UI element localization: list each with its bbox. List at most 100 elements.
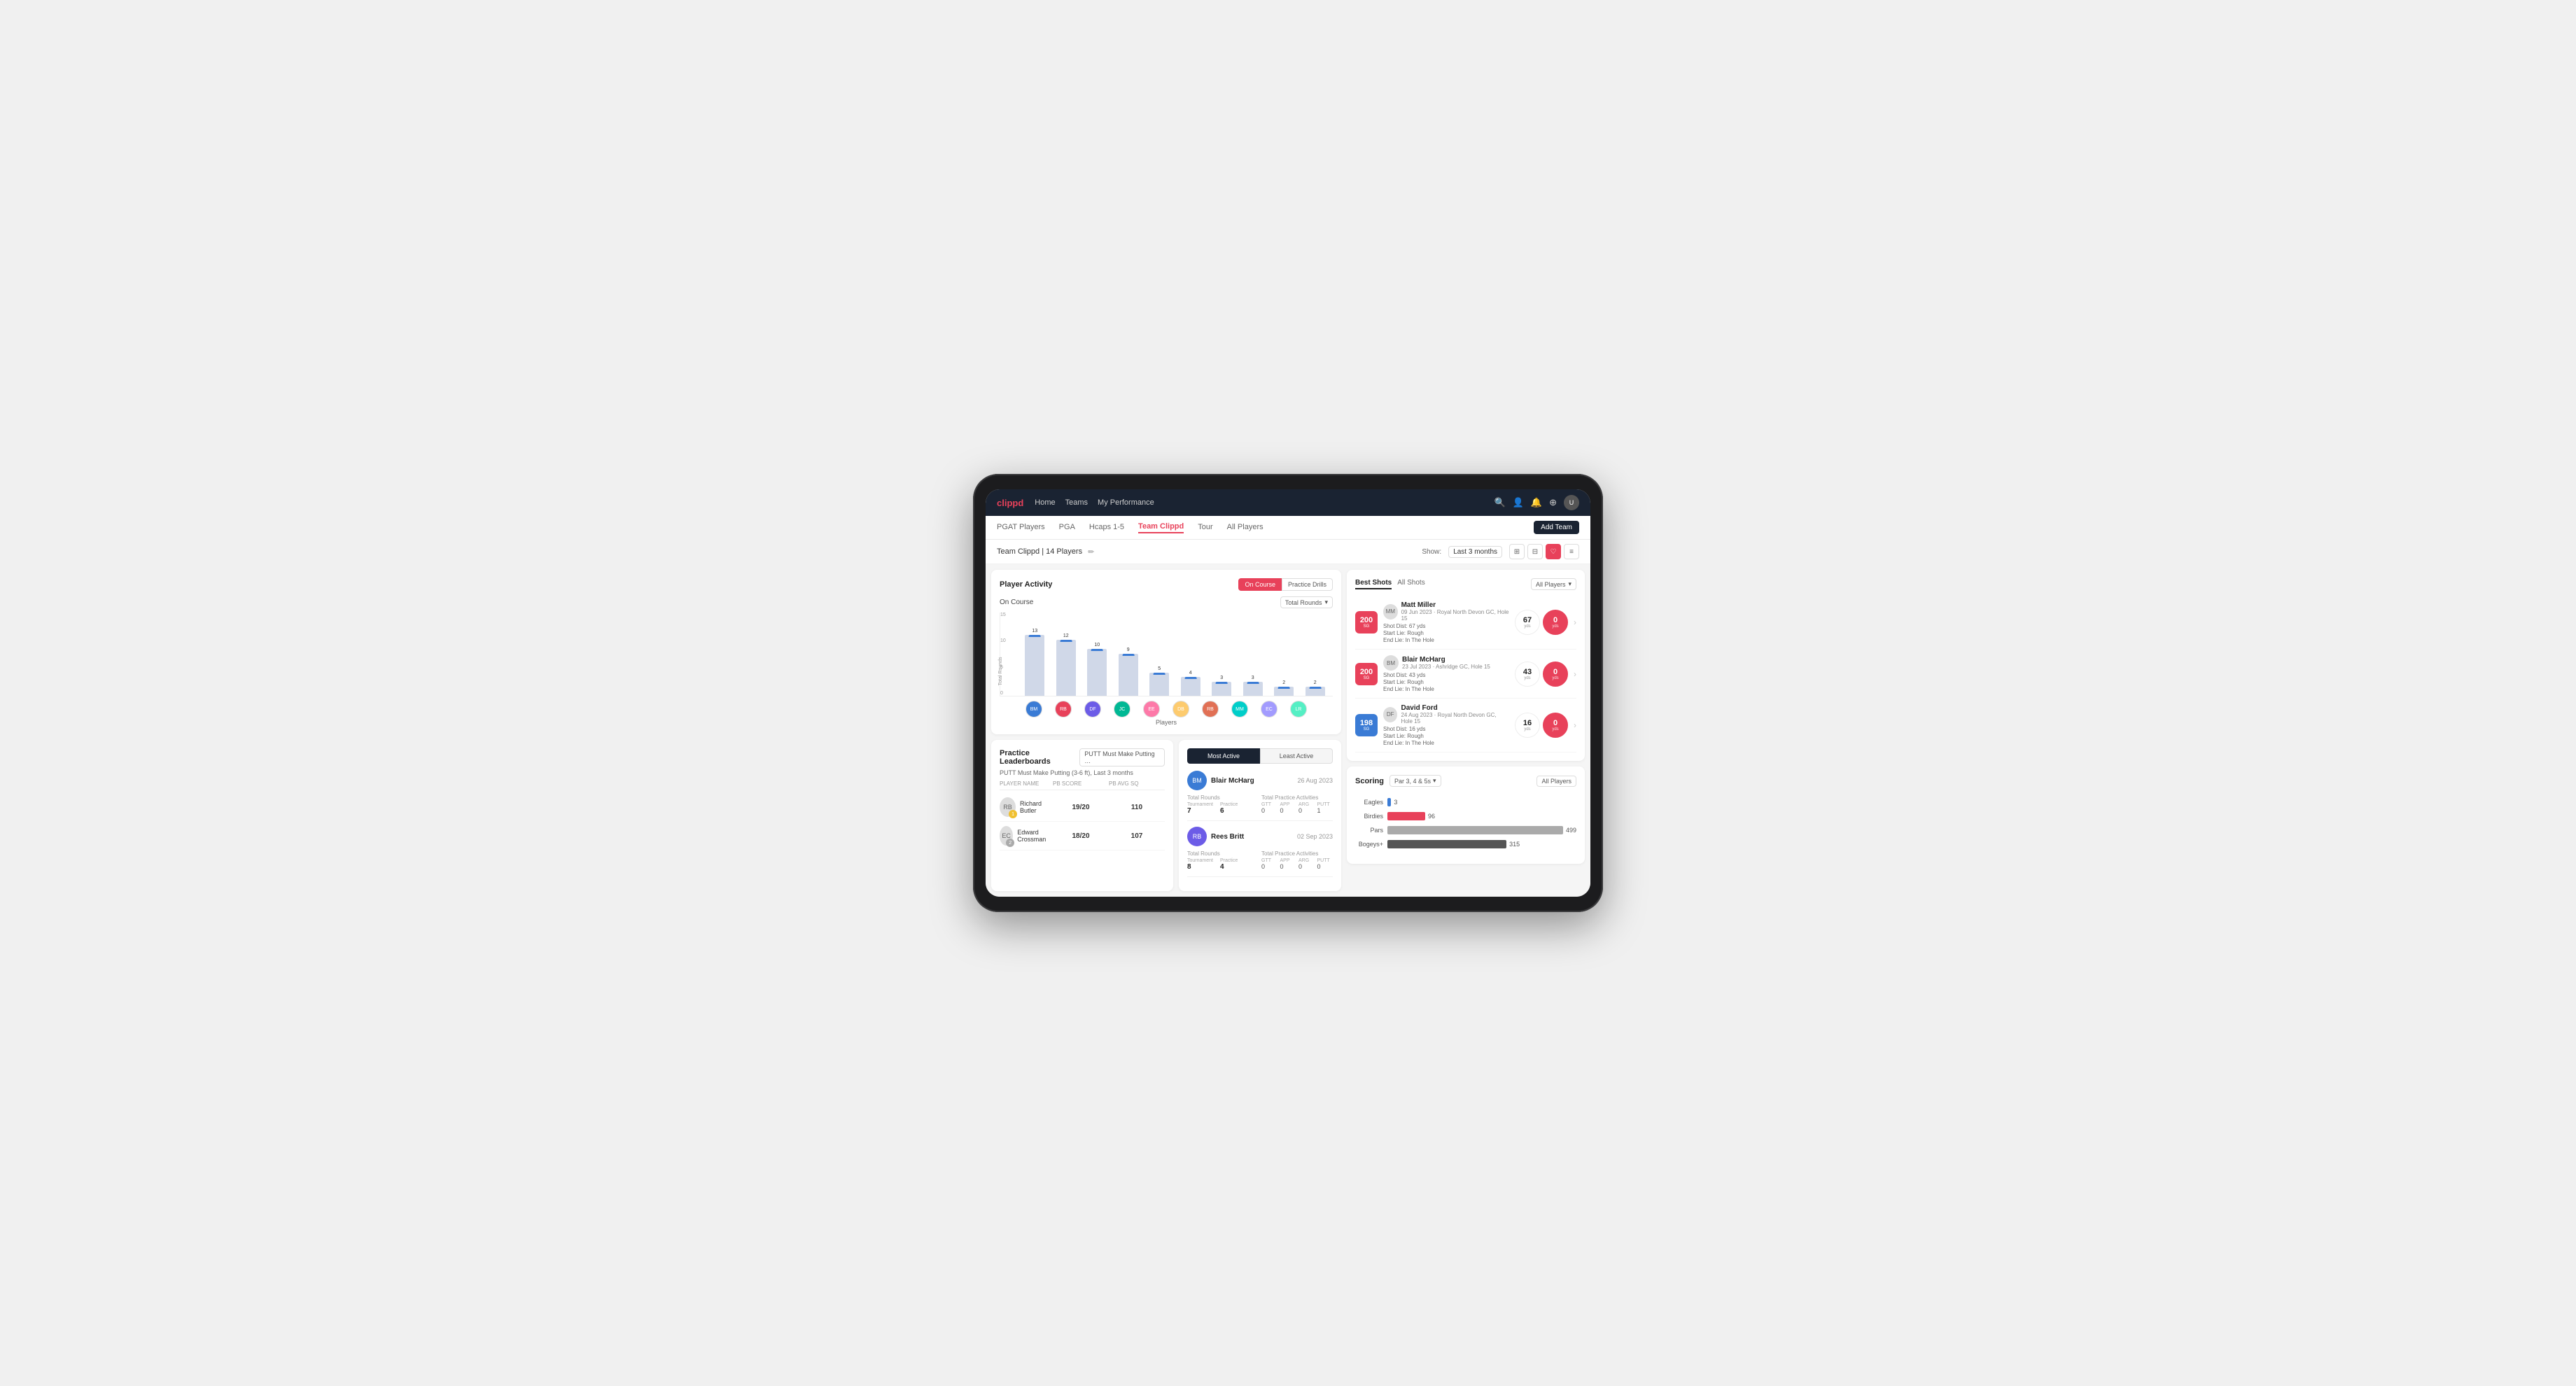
badge-label-ford: SG (1364, 727, 1370, 732)
pb-avg-sq-crossman: 107 (1109, 832, 1165, 840)
team-header: Team Clippd | 14 Players ✏ Show: Last 3 … (986, 540, 1590, 564)
score-bar-birdies-wrap: 96 (1387, 811, 1576, 822)
leaderboard-header: Practice Leaderboards PUTT Must Make Put… (1000, 748, 1165, 766)
bar-element (1274, 687, 1294, 696)
score-val-eagles: 3 (1394, 799, 1397, 806)
leaderboard-filter[interactable]: PUTT Must Make Putting … (1079, 748, 1165, 766)
edit-team-icon[interactable]: ✏ (1088, 547, 1094, 556)
tab-least-active[interactable]: Least Active (1260, 748, 1333, 764)
tab-pgat-players[interactable]: PGAT Players (997, 523, 1045, 533)
bar-value-label: 3 (1252, 676, 1254, 680)
putt-label: PUTT (1317, 802, 1334, 807)
total-rounds-col-rees: Total Rounds Tournament 8 Practice (1187, 850, 1259, 871)
nav-home[interactable]: Home (1035, 498, 1055, 507)
score-row-bogeys: Bogeys+ 315 (1355, 839, 1576, 850)
shot-card-mcharg[interactable]: 200 SG BM Blair McHarg 23 Jul 2023 · (1355, 650, 1576, 699)
plus-circle-icon[interactable]: ⊕ (1549, 497, 1557, 508)
nav-icons: 🔍 👤 🔔 ⊕ U (1494, 495, 1579, 510)
player-avatar-small: BM (1026, 701, 1042, 718)
nav-my-performance[interactable]: My Performance (1098, 498, 1154, 507)
active-player-info-1: BM Blair McHarg (1187, 771, 1254, 790)
avatar[interactable]: U (1564, 495, 1579, 510)
chevron-down-icon-shots: ▾ (1568, 580, 1572, 588)
pb-avg-sq-butler: 110 (1109, 804, 1165, 811)
tab-best-shots[interactable]: Best Shots (1355, 579, 1392, 589)
add-team-button[interactable]: Add Team (1534, 521, 1579, 534)
leaderboard-subtitle: PUTT Must Make Putting (3-6 ft), Last 3 … (1000, 769, 1165, 776)
scoring-card: Scoring Par 3, 4 & 5s ▾ All Players Eagl… (1347, 766, 1585, 864)
grid-view-icon[interactable]: ⊞ (1509, 544, 1525, 559)
active-date-blair: 26 Aug 2023 (1297, 777, 1333, 784)
active-tabs: Most Active Least Active (1187, 748, 1333, 764)
shot-player-info-miller: MM Matt Miller 09 Jun 2023 · Royal North… (1383, 601, 1509, 643)
search-icon[interactable]: 🔍 (1494, 497, 1506, 508)
bar-value-label: 2 (1282, 680, 1285, 685)
arg-val-blair: 0 (1298, 807, 1315, 814)
sub-nav: PGAT Players PGA Hcaps 1-5 Team Clippd T… (986, 516, 1590, 540)
bar-value-label: 12 (1063, 634, 1069, 638)
bar-group: 10 (1082, 643, 1112, 696)
player-avatar-small: DF (1084, 701, 1101, 718)
practice-activities-label-rees: Total Practice Activities (1261, 850, 1333, 857)
view-icons: ⊞ ⊟ ♡ ≡ (1509, 544, 1579, 559)
bar-element (1149, 673, 1169, 696)
bar-value-label: 10 (1094, 643, 1100, 648)
scoring-par-filter[interactable]: Par 3, 4 & 5s ▾ (1390, 775, 1441, 787)
nav-bar: clippd Home Teams My Performance 🔍 👤 🔔 ⊕… (986, 489, 1590, 516)
tab-most-active[interactable]: Most Active (1187, 748, 1260, 764)
arg-label-rees: ARG (1298, 858, 1315, 863)
show-select[interactable]: Last 3 months (1448, 546, 1502, 558)
leaderboard-title: Practice Leaderboards (1000, 749, 1079, 766)
list-view-icon[interactable]: ⊟ (1527, 544, 1543, 559)
leaderboards-card: Practice Leaderboards PUTT Must Make Put… (991, 740, 1173, 891)
player-avatar-small: RB (1055, 701, 1072, 718)
player-info-1: RB 1 Richard Butler (1000, 797, 1053, 817)
tab-pga[interactable]: PGA (1059, 523, 1075, 533)
rounds-grid-blair: Total Rounds Tournament 7 Practice (1187, 794, 1333, 815)
tab-all-players[interactable]: All Players (1227, 523, 1264, 533)
shot-card-miller[interactable]: 200 SG MM Matt Miller 09 Jun 2023 · R (1355, 596, 1576, 650)
practice-activities-label-blair: Total Practice Activities (1261, 794, 1333, 801)
bar-value-label: 13 (1032, 629, 1037, 634)
bar-element (1243, 682, 1263, 696)
shot-metrics-ford: 16 yds 0 yds (1515, 713, 1568, 738)
badge-val-miller: 200 (1360, 616, 1373, 624)
leaderboard-row-2: EC 2 Edward Crossman 18/20 107 (1000, 822, 1165, 850)
scoring-players-filter[interactable]: All Players (1536, 776, 1576, 787)
notifications-icon[interactable]: 🔔 (1531, 497, 1542, 508)
chevron-right-icon-ford: › (1574, 720, 1576, 730)
score-label-birdies: Birdies (1355, 813, 1383, 820)
nav-teams[interactable]: Teams (1065, 498, 1088, 507)
users-icon[interactable]: 👤 (1513, 497, 1524, 508)
all-players-filter[interactable]: All Players ▾ (1531, 578, 1576, 590)
putt-val-rees: 0 (1317, 863, 1334, 870)
tab-team-clippd[interactable]: Team Clippd (1138, 522, 1184, 533)
bar-group: 4 (1176, 671, 1206, 696)
tab-all-shots[interactable]: All Shots (1397, 579, 1424, 589)
bar-element (1119, 654, 1138, 696)
bar-highlight (1278, 687, 1290, 689)
chart-filter-dropdown[interactable]: Total Rounds ▾ (1280, 596, 1333, 608)
chevron-right-icon-mcharg: › (1574, 669, 1576, 679)
practice-drills-toggle[interactable]: Practice Drills (1282, 578, 1333, 591)
x-axis-label: Players (1000, 719, 1333, 726)
on-course-toggle[interactable]: On Course (1238, 578, 1282, 591)
chevron-right-icon-miller: › (1574, 617, 1576, 627)
rounds-grid-rees: Total Rounds Tournament 8 Practice (1187, 850, 1333, 871)
badge-label-miller: SG (1364, 624, 1370, 629)
score-bar-pars (1387, 826, 1563, 834)
best-shots-header: Best Shots All Shots All Players ▾ (1355, 578, 1576, 590)
tab-tour[interactable]: Tour (1198, 523, 1212, 533)
pb-score-butler: 19/20 (1053, 804, 1109, 811)
table-view-icon[interactable]: ≡ (1564, 544, 1579, 559)
shot-player-header-mcharg: BM Blair McHarg 23 Jul 2023 · Ashridge G… (1383, 655, 1509, 671)
screen: clippd Home Teams My Performance 🔍 👤 🔔 ⊕… (986, 489, 1590, 897)
card-view-icon[interactable]: ♡ (1546, 544, 1561, 559)
shot-card-ford[interactable]: 198 SG DF David Ford 24 Aug 2023 · Ro (1355, 699, 1576, 752)
right-panel: Best Shots All Shots All Players ▾ 2 (1347, 570, 1585, 891)
tab-hcaps[interactable]: Hcaps 1-5 (1089, 523, 1124, 533)
shot-date-ford: 24 Aug 2023 · Royal North Devon GC, Hole… (1401, 712, 1509, 724)
practice-activities-col-rees: Total Practice Activities GTT 0 APP (1261, 850, 1333, 871)
tablet-frame: clippd Home Teams My Performance 🔍 👤 🔔 ⊕… (973, 474, 1603, 912)
score-bar-pars-wrap: 499 (1387, 825, 1576, 836)
